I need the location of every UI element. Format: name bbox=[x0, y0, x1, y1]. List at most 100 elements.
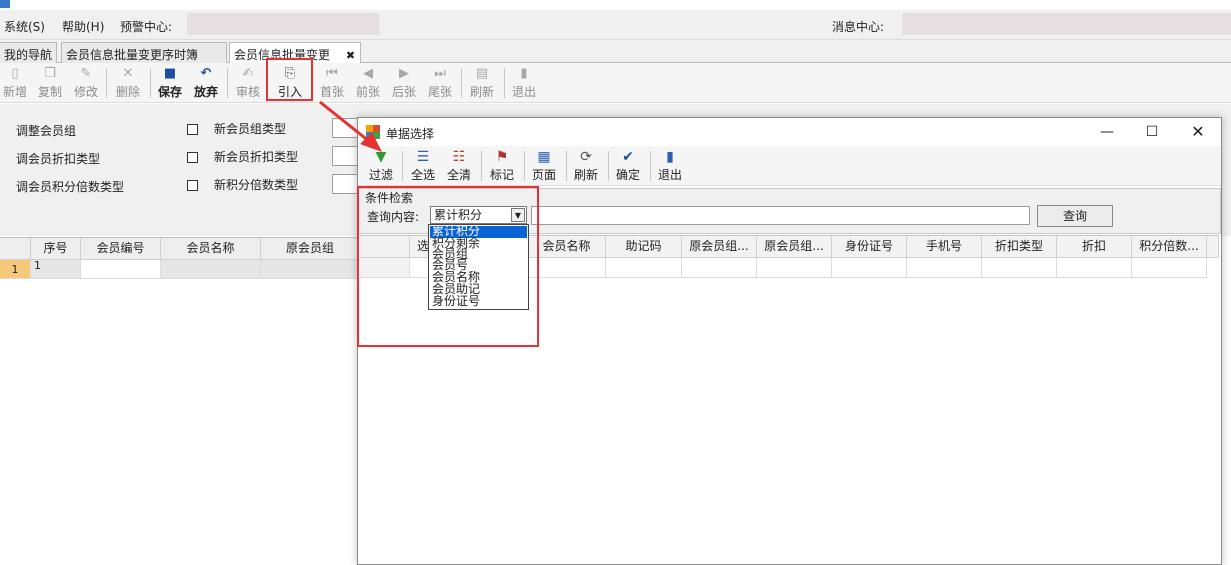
table-cell[interactable] bbox=[982, 258, 1057, 278]
main-toolbar: ▯ 新增 ❐ 复制 ✎ 修改 ✕ 删除 ■ 保存 ↶ 放弃 ✍ 审核 ⎘ 引入 … bbox=[0, 63, 1231, 103]
table-cell[interactable] bbox=[682, 258, 757, 278]
save-icon: ■ bbox=[163, 66, 177, 81]
column-header[interactable]: 折扣类型 bbox=[982, 236, 1057, 258]
table-cell-seq[interactable]: 1 bbox=[31, 260, 81, 279]
page-button[interactable]: ▦ 页面 bbox=[529, 148, 559, 184]
prev-page-icon: ◀ bbox=[363, 66, 373, 81]
adjust-discount-checkbox[interactable] bbox=[187, 152, 198, 163]
confirm-button[interactable]: ✔ 确定 bbox=[613, 148, 643, 184]
edit-button[interactable]: ✎ 修改 bbox=[72, 65, 100, 101]
new-button[interactable]: ▯ 新增 bbox=[1, 65, 29, 101]
dialog-toolbar: ▼ 过滤 ☰ 全选 ☷ 全清 ⚑ 标记 ▦ 页面 ⟳ 刷新 ✔ 确定 ▮ 退出 bbox=[358, 146, 1221, 186]
row-index[interactable]: 1 bbox=[0, 260, 31, 279]
clear-all-icon: ☷ bbox=[452, 149, 466, 165]
clear-all-button[interactable]: ☷ 全清 bbox=[444, 148, 474, 184]
table-cell-member-id[interactable] bbox=[81, 260, 161, 279]
menu-bar: 系统(S) 帮助(H) 预警中心: 消息中心: bbox=[0, 10, 1231, 40]
column-header[interactable]: 原会员组 bbox=[261, 238, 360, 260]
column-header[interactable]: 手机号 bbox=[907, 236, 982, 258]
column-header[interactable]: 折扣 bbox=[1057, 236, 1132, 258]
next-button[interactable]: ▶ 后张 bbox=[390, 65, 418, 101]
window-titlebar bbox=[0, 0, 1231, 10]
toolbar-separator bbox=[461, 68, 462, 98]
close-icon[interactable]: ✖ bbox=[346, 49, 355, 62]
copy-button[interactable]: ❐ 复制 bbox=[36, 65, 64, 101]
select-all-icon: ☰ bbox=[416, 149, 430, 165]
exit-button[interactable]: ▮ 退出 bbox=[510, 65, 538, 101]
search-input[interactable] bbox=[531, 206, 1030, 225]
column-header[interactable]: 原会员组... bbox=[757, 236, 832, 258]
red-arrow-icon bbox=[319, 100, 382, 152]
minimize-icon: — bbox=[1100, 124, 1114, 140]
toolbar-separator bbox=[150, 68, 151, 98]
delete-button[interactable]: ✕ 删除 bbox=[114, 65, 142, 101]
last-button[interactable]: ⏭ 尾张 bbox=[426, 65, 454, 101]
discard-button[interactable]: ↶ 放弃 bbox=[192, 65, 220, 101]
first-page-icon: ⏮ bbox=[326, 66, 338, 81]
audit-button[interactable]: ✍ 审核 bbox=[234, 65, 262, 101]
table-cell[interactable] bbox=[1057, 258, 1132, 278]
exit-door-icon: ▮ bbox=[520, 66, 528, 81]
row-header-corner bbox=[0, 238, 31, 260]
table-cell-member-name[interactable] bbox=[161, 260, 261, 279]
table-cell[interactable] bbox=[606, 258, 682, 278]
tab-batch-change-list[interactable]: 会员信息批量变更序时簿 bbox=[61, 42, 227, 63]
select-all-button[interactable]: ☰ 全选 bbox=[408, 148, 438, 184]
tab-my-navigation[interactable]: 我的导航 bbox=[0, 42, 57, 63]
page-grid-icon: ▦ bbox=[537, 149, 551, 165]
undo-icon: ↶ bbox=[200, 66, 212, 81]
table-cell-original-group[interactable] bbox=[261, 260, 360, 279]
message-center-field[interactable] bbox=[902, 13, 1231, 35]
toolbar-separator bbox=[650, 151, 651, 181]
table-cell[interactable] bbox=[1132, 258, 1207, 278]
column-header[interactable]: 原会员组... bbox=[682, 236, 757, 258]
toolbar-separator bbox=[566, 151, 567, 181]
column-header[interactable]: 身份证号 bbox=[832, 236, 907, 258]
table-cell[interactable] bbox=[907, 258, 982, 278]
table-cell[interactable] bbox=[528, 258, 606, 278]
toolbar-separator bbox=[106, 68, 107, 98]
toolbar-separator bbox=[481, 151, 482, 181]
column-header[interactable]: 积分倍数... bbox=[1132, 236, 1207, 258]
main-grid: 序号 会员编号 会员名称 原会员组 1 1 bbox=[0, 237, 360, 565]
close-button[interactable]: ✕ bbox=[1183, 122, 1213, 142]
mark-button[interactable]: ⚑ 标记 bbox=[487, 148, 517, 184]
audit-icon: ✍ bbox=[242, 66, 254, 81]
dialog-exit-button[interactable]: ▮ 退出 bbox=[655, 148, 685, 184]
copy-icon: ❐ bbox=[44, 66, 56, 81]
toolbar-separator bbox=[608, 151, 609, 181]
maximize-icon: ☐ bbox=[1145, 124, 1159, 140]
dialog-refresh-button[interactable]: ⟳ 刷新 bbox=[571, 148, 601, 184]
new-document-icon: ▯ bbox=[11, 66, 19, 81]
message-center-label: 消息中心: bbox=[832, 20, 885, 34]
adjust-points-checkbox[interactable] bbox=[187, 180, 198, 191]
alert-center-field[interactable] bbox=[187, 13, 379, 35]
table-cell[interactable] bbox=[757, 258, 832, 278]
save-button[interactable]: ■ 保存 bbox=[156, 65, 184, 101]
exit-door-icon: ▮ bbox=[666, 149, 674, 165]
query-button[interactable]: 查询 bbox=[1037, 205, 1113, 227]
adjust-group-label: 调整会员组 bbox=[16, 124, 77, 138]
close-icon: ✕ bbox=[1191, 122, 1205, 141]
app-icon bbox=[0, 0, 10, 8]
column-header[interactable]: 会员编号 bbox=[81, 238, 161, 260]
maximize-button[interactable]: ☐ bbox=[1137, 122, 1167, 142]
next-page-icon: ▶ bbox=[399, 66, 409, 81]
table-cell[interactable] bbox=[832, 258, 907, 278]
new-discount-label: 新会员折扣类型 bbox=[214, 150, 299, 164]
minimize-button[interactable]: — bbox=[1092, 122, 1122, 142]
column-header-overflow bbox=[1207, 236, 1219, 258]
adjust-points-label: 调会员积分倍数类型 bbox=[16, 180, 125, 194]
column-header[interactable]: 助记码 bbox=[606, 236, 682, 258]
column-header[interactable]: 序号 bbox=[31, 238, 81, 260]
new-group-label: 新会员组类型 bbox=[214, 122, 287, 136]
menu-help[interactable]: 帮助(H) bbox=[62, 18, 104, 35]
column-header[interactable]: 会员名称 bbox=[528, 236, 606, 258]
menu-system[interactable]: 系统(S) bbox=[4, 18, 45, 35]
column-header[interactable]: 会员名称 bbox=[161, 238, 261, 260]
tab-bar: 我的导航 会员信息批量变更序时簿 会员信息批量变更 ✖ bbox=[0, 40, 1231, 64]
toolbar-separator bbox=[402, 151, 403, 181]
toolbar-separator bbox=[227, 68, 228, 98]
adjust-group-checkbox[interactable] bbox=[187, 124, 198, 135]
refresh-button[interactable]: ▤ 刷新 bbox=[468, 65, 496, 101]
